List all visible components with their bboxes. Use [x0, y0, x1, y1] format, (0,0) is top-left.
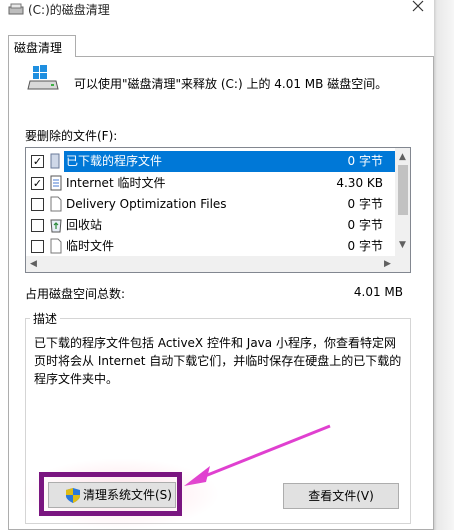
file-icon: [50, 196, 62, 212]
file-size: 4.30 KB: [336, 176, 383, 190]
list-item[interactable]: ✓ Internet 临时文件 4.30 KB: [26, 173, 395, 194]
total-space-label: 占用磁盘空间总数:: [25, 287, 126, 301]
scroll-up-arrow-icon[interactable]: ▲: [399, 152, 406, 162]
drive-icon: [27, 65, 59, 90]
vertical-scroll-thumb[interactable]: [398, 165, 408, 215]
file-name: 回收站: [66, 218, 103, 232]
file-list[interactable]: ✓ 已下载的程序文件 0 字节 ✓ Internet 临时文件 4.30 KB …: [25, 147, 411, 273]
window-edge-shadow: [434, 0, 454, 530]
files-to-delete-label: 要删除的文件(F):: [25, 129, 118, 143]
list-item[interactable]: 临时文件 0 字节: [26, 236, 395, 257]
description-title: 描述: [30, 310, 61, 327]
folder-icon: [50, 153, 60, 169]
file-size: 0 字节: [324, 151, 395, 172]
checkbox[interactable]: ✓: [31, 177, 44, 190]
scroll-down-arrow-icon[interactable]: ▼: [399, 240, 406, 250]
list-item[interactable]: Delivery Optimization Files 0 字节: [26, 194, 395, 215]
file-name: Internet 临时文件: [66, 176, 166, 190]
scroll-left-arrow-icon[interactable]: ◀: [30, 259, 37, 269]
file-name: 已下载的程序文件: [64, 151, 324, 172]
recycle-bin-icon: [50, 219, 62, 233]
file-size: 0 字节: [347, 197, 383, 211]
file-size: 0 字节: [347, 218, 383, 232]
checkbox[interactable]: ✓: [31, 155, 44, 168]
close-icon[interactable]: [410, 0, 426, 16]
disk-cleanup-app-icon: [8, 3, 24, 15]
tab-label: 磁盘清理: [14, 41, 63, 55]
description-text: 已下载的程序文件包括 ActiveX 控件和 Java 小程序，你查看特定网页时…: [34, 336, 402, 386]
summary-text: 可以使用"磁盘清理"来释放 (C:) 上的 4.01 MB 磁盘空间。: [74, 77, 388, 91]
checkbox[interactable]: [31, 198, 44, 211]
horizontal-scrollbar[interactable]: ◀ ▶: [26, 256, 410, 272]
document-icon: [50, 175, 62, 191]
highlight-box: [39, 472, 182, 516]
list-item[interactable]: 回收站 0 字节: [26, 215, 395, 236]
file-size: 0 字节: [347, 239, 383, 253]
checkbox[interactable]: [31, 240, 44, 253]
checkbox[interactable]: [31, 219, 44, 232]
file-name: 临时文件: [66, 239, 115, 253]
file-name: Delivery Optimization Files: [66, 197, 227, 211]
total-space-value: 4.01 MB: [353, 285, 403, 299]
scroll-right-arrow-icon[interactable]: ▶: [384, 259, 391, 269]
window-title: (C:)的磁盘清理: [28, 3, 110, 17]
file-icon: [50, 238, 62, 254]
tab-disk-cleanup[interactable]: 磁盘清理: [8, 35, 76, 57]
list-item[interactable]: ✓ 已下载的程序文件 0 字节: [26, 151, 395, 172]
view-files-button[interactable]: 查看文件(V): [283, 483, 399, 509]
